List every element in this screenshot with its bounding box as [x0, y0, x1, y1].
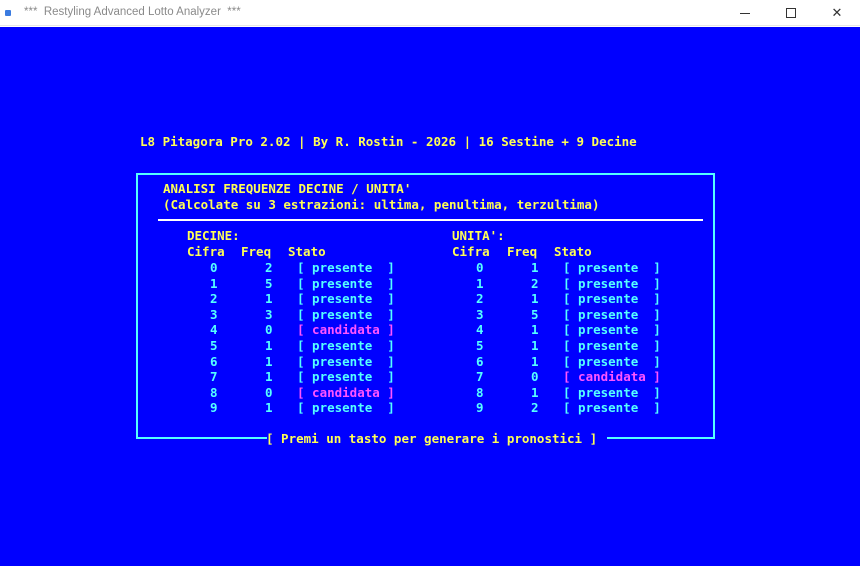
window-title-bar: *** Restyling Advanced Lotto Analyzer **… — [0, 0, 860, 26]
decine-row-freq: 5 — [265, 275, 273, 291]
decine-row-stato: [ presente ] — [297, 369, 395, 385]
unita-row-freq: 0 — [531, 369, 539, 385]
unita-row-freq: 1 — [531, 322, 539, 338]
unita-row-freq: 1 — [531, 260, 539, 275]
decine-row-freq: 1 — [265, 400, 273, 416]
unita-row-stato: [ presente ] — [563, 275, 661, 291]
decine-row-cifra: 7 — [210, 369, 218, 385]
unita-row-stato: [ presente ] — [563, 400, 661, 416]
decine-row-freq: 0 — [265, 322, 273, 338]
decine-label: DECINE: — [187, 228, 240, 243]
decine-row-stato: [ presente ] — [297, 306, 395, 322]
decine-row-stato: [ presente ] — [297, 260, 395, 275]
press-key-prompt: [ Premi un tasto per generare i pronosti… — [266, 431, 598, 446]
unita-row-freq: 1 — [531, 338, 539, 353]
decine-row-freq: 3 — [265, 306, 273, 322]
unita-header-stato: Stato — [554, 244, 592, 259]
decine-row-freq: 1 — [265, 369, 273, 385]
program-header: L8 Pitagora Pro 2.02 | By R. Rostin - 20… — [140, 134, 637, 149]
window-title: *** Restyling Advanced Lotto Analyzer **… — [24, 6, 241, 18]
unita-row-cifra: 5 — [476, 338, 484, 353]
decine-row-cifra: 8 — [210, 384, 218, 400]
decine-row-stato: [ presente ] — [297, 275, 395, 291]
decine-row-cifra: 9 — [210, 400, 218, 416]
close-button[interactable]: ✕ — [814, 0, 860, 26]
decine-row-stato: [ presente ] — [297, 291, 395, 307]
unita-row-freq: 1 — [531, 291, 539, 307]
unita-row-freq: 1 — [531, 384, 539, 400]
panel-border-bottom — [136, 437, 267, 439]
close-icon: ✕ — [831, 5, 843, 21]
unita-row-freq: 5 — [531, 306, 539, 322]
decine-row-cifra: 1 — [210, 275, 218, 291]
decine-row-freq: 1 — [265, 291, 273, 307]
decine-row-cifra: 3 — [210, 306, 218, 322]
unita-row-cifra: 9 — [476, 400, 484, 416]
console-area[interactable]: L8 Pitagora Pro 2.02 | By R. Rostin - 20… — [0, 27, 860, 566]
decine-row-cifra: 0 — [210, 260, 218, 275]
unita-row-stato: [ presente ] — [563, 322, 661, 338]
minimize-button[interactable] — [722, 0, 768, 26]
decine-row-stato: [ presente ] — [297, 400, 395, 416]
decine-row-freq: 0 — [265, 384, 273, 400]
maximize-button[interactable] — [768, 0, 814, 26]
panel-subtitle: (Calcolate su 3 estrazioni: ultima, penu… — [163, 197, 600, 212]
unita-header-freq: Freq — [507, 244, 538, 259]
app-icon — [5, 10, 11, 16]
minimize-icon — [740, 12, 750, 14]
unita-row-freq: 1 — [531, 353, 539, 369]
decine-row-freq: 2 — [265, 260, 273, 275]
unita-row-stato: [ presente ] — [563, 384, 661, 400]
panel-title: ANALISI FREQUENZE DECINE / UNITA' — [163, 181, 412, 196]
decine-row-cifra: 4 — [210, 322, 218, 338]
unita-row-stato: [ presente ] — [563, 260, 661, 275]
unita-row-cifra: 7 — [476, 369, 484, 385]
unita-row-freq: 2 — [531, 400, 539, 416]
unita-row-cifra: 0 — [476, 260, 484, 275]
unita-row-stato: [ presente ] — [563, 353, 661, 369]
decine-row-cifra: 6 — [210, 353, 218, 369]
decine-row-stato: [ candidata ] — [297, 322, 395, 338]
decine-row-cifra: 5 — [210, 338, 218, 353]
unita-row-stato: [ presente ] — [563, 291, 661, 307]
unita-label: UNITA': — [452, 228, 505, 243]
unita-row-stato: [ candidata ] — [563, 369, 661, 385]
decine-row-stato: [ candidata ] — [297, 384, 395, 400]
decine-row-freq: 1 — [265, 338, 273, 353]
decine-header-cifra: Cifra — [187, 244, 225, 259]
unita-header-cifra: Cifra — [452, 244, 490, 259]
unita-row-cifra: 8 — [476, 384, 484, 400]
panel-divider — [158, 219, 703, 221]
decine-row-stato: [ presente ] — [297, 353, 395, 369]
panel-border-bottom — [607, 437, 715, 439]
maximize-icon — [786, 8, 796, 18]
unita-row-cifra: 1 — [476, 275, 484, 291]
unita-row-cifra: 2 — [476, 291, 484, 307]
decine-header-freq: Freq — [241, 244, 272, 259]
unita-row-cifra: 3 — [476, 306, 484, 322]
unita-row-cifra: 6 — [476, 353, 484, 369]
unita-row-freq: 2 — [531, 275, 539, 291]
decine-row-stato: [ presente ] — [297, 338, 395, 353]
decine-row-freq: 1 — [265, 353, 273, 369]
decine-header-stato: Stato — [288, 244, 326, 259]
unita-row-stato: [ presente ] — [563, 338, 661, 353]
unita-row-stato: [ presente ] — [563, 306, 661, 322]
decine-row-cifra: 2 — [210, 291, 218, 307]
unita-row-cifra: 4 — [476, 322, 484, 338]
